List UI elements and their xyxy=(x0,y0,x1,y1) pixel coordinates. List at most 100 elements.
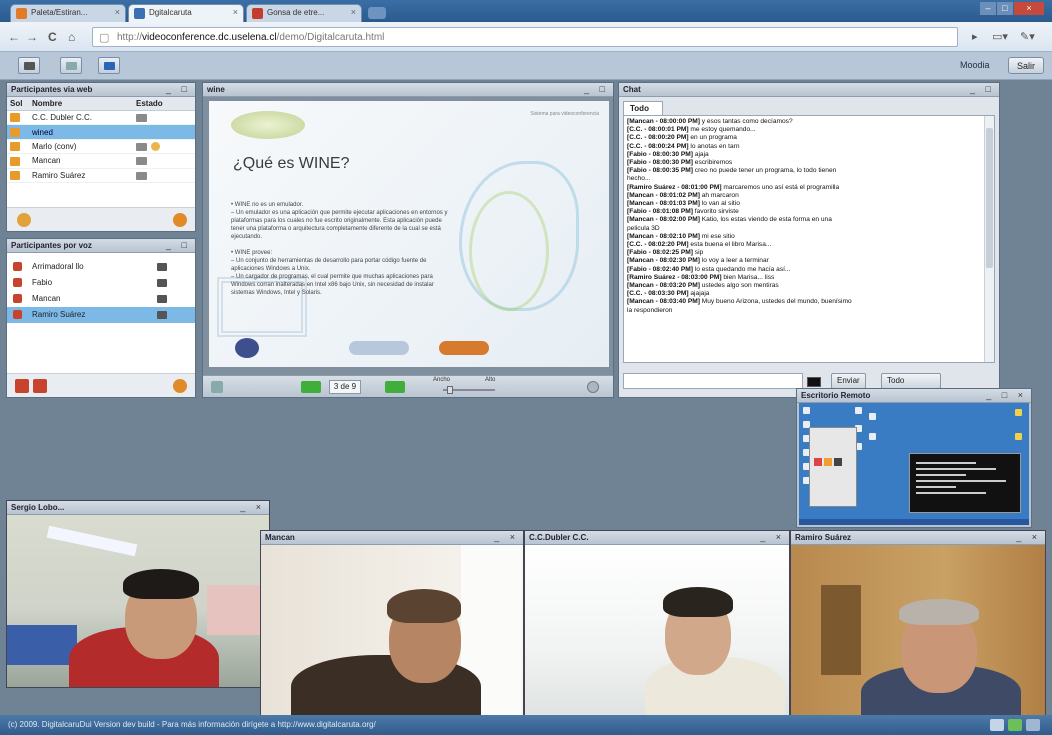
panel-controls-icon[interactable]: _ □ xyxy=(166,84,191,94)
new-tab-button[interactable] xyxy=(368,7,386,19)
scrollbar-thumb[interactable] xyxy=(986,128,993,268)
list-item[interactable]: Mancan xyxy=(7,291,195,307)
page-number-field[interactable]: 3 de 9 xyxy=(329,380,361,394)
send-button[interactable]: Enviar xyxy=(831,373,866,389)
settings-tray-icon[interactable] xyxy=(1026,719,1040,731)
browser-tab-1[interactable]: Paleta/Estiran... × xyxy=(10,4,126,22)
panel-footer xyxy=(7,373,195,397)
voice-participant-name: Arrimadoral llo xyxy=(32,262,84,271)
chat-text: lo van al sitio xyxy=(699,200,740,208)
browser-tab-2[interactable]: Dgitalcaruta × xyxy=(128,4,244,22)
table-row[interactable]: Marlo (conv) xyxy=(7,139,195,155)
phone-icon[interactable] xyxy=(173,379,187,393)
camera-button[interactable] xyxy=(18,57,40,74)
next-slide-button[interactable] xyxy=(385,381,405,393)
panel-controls-icon[interactable]: _ × xyxy=(1016,532,1041,542)
close-window-icon[interactable]: × xyxy=(1014,2,1044,15)
maximize-icon[interactable]: □ xyxy=(997,2,1013,15)
fullscreen-icon[interactable] xyxy=(211,381,223,393)
remote-desktop-view[interactable] xyxy=(799,403,1029,525)
back-icon[interactable]: ← xyxy=(8,30,20,44)
camera-icon[interactable] xyxy=(136,142,147,151)
fit-icon[interactable] xyxy=(587,381,599,393)
phone-icon xyxy=(157,311,167,319)
column-header[interactable]: Sol xyxy=(7,97,29,111)
panel-controls-icon[interactable]: _ × xyxy=(760,532,785,542)
scrollbar[interactable] xyxy=(984,116,994,362)
slide-area: Sistema para videoconferencia ¿Qué es WI… xyxy=(203,97,613,375)
url-domain: videoconference.dc.uselena.cl xyxy=(142,32,277,43)
chat-text: mi ese sitio xyxy=(699,232,735,240)
zoom-slider-handle[interactable] xyxy=(447,386,453,394)
panel-title: Participantes via web xyxy=(11,85,93,94)
play-icon[interactable]: ▸ xyxy=(972,30,978,43)
slide-bullet: – Un cargador de programas, el cual perm… xyxy=(231,274,433,280)
panel-controls-icon[interactable]: _ × xyxy=(240,502,265,512)
user-icon-cell xyxy=(7,139,29,155)
table-row[interactable]: Mancan xyxy=(7,153,195,169)
slide-bullet: – Un conjunto de herramientas de desarro… xyxy=(231,258,427,264)
user-icon-cell xyxy=(7,153,29,169)
voice-participant-name: Fabio xyxy=(32,278,53,287)
chat-message: [Mancan - 08:01:02 PM] ah marcaron xyxy=(627,192,982,200)
panel-controls-icon[interactable]: _ □ xyxy=(584,84,609,94)
slide: Sistema para videoconferencia ¿Qué es WI… xyxy=(209,101,609,367)
forward-icon[interactable]: → xyxy=(26,30,38,44)
table-row[interactable]: C.C. Dubler C.C. xyxy=(7,110,195,126)
panel-title: wine xyxy=(207,85,225,94)
microphone-icon[interactable] xyxy=(13,278,22,288)
recipient-select[interactable]: Todo xyxy=(881,373,941,389)
settings-icon[interactable] xyxy=(173,213,187,227)
camera-icon[interactable] xyxy=(136,114,147,123)
panel-controls-icon[interactable]: _ × xyxy=(494,532,519,542)
close-icon[interactable]: × xyxy=(115,7,120,17)
hand-raise-icon[interactable] xyxy=(17,213,31,227)
exit-button[interactable]: Salir xyxy=(1008,57,1045,74)
close-icon[interactable]: × xyxy=(351,7,356,17)
camera-icon[interactable] xyxy=(136,171,147,180)
network-icon[interactable] xyxy=(1008,719,1022,731)
hangup-icon[interactable] xyxy=(33,379,47,393)
address-bar[interactable]: ▢ http://videoconference.dc.uselena.cl/d… xyxy=(92,27,958,47)
zoom-max-label: Alto xyxy=(485,377,496,383)
list-item[interactable]: Arrimadoral llo xyxy=(7,259,195,275)
browser-tab-3[interactable]: Gonsa de etre... × xyxy=(246,4,362,22)
microphone-icon[interactable] xyxy=(13,294,22,304)
chat-message: pelicula 3D xyxy=(627,225,982,233)
list-item[interactable]: Ramiro Suárez xyxy=(7,307,195,323)
home-icon[interactable]: ⌂ xyxy=(68,30,75,44)
text-color-picker[interactable] xyxy=(807,377,821,387)
close-icon[interactable]: × xyxy=(233,7,238,17)
microphone-icon[interactable] xyxy=(13,310,22,320)
chat-author: [Fabio - 08:00:35 PM] xyxy=(627,167,693,175)
screen-share-button[interactable] xyxy=(98,57,120,74)
prev-slide-button[interactable] xyxy=(301,381,321,393)
wrench-icon[interactable]: ✎▾ xyxy=(1020,30,1035,43)
reload-icon[interactable]: C xyxy=(48,30,57,44)
panel-controls-icon[interactable]: _ □ xyxy=(970,84,995,94)
chat-input[interactable] xyxy=(623,373,803,389)
column-header[interactable]: Nombre xyxy=(29,97,133,111)
chat-message: [Mancan - 08:03:40 PM] Muy bueno Arizona… xyxy=(627,298,982,306)
notification-icon[interactable] xyxy=(990,719,1004,731)
mute-icon[interactable] xyxy=(15,379,29,393)
page-menu-icon[interactable]: ▭▾ xyxy=(992,30,1008,43)
minimize-icon[interactable]: – xyxy=(980,2,996,15)
microphone-icon[interactable] xyxy=(13,262,22,272)
panel-controls-icon[interactable]: _ □ × xyxy=(986,390,1027,400)
column-header[interactable]: Estado xyxy=(133,97,195,111)
participants-table: Sol Nombre Estado C.C. Dubler C.C. wined M… xyxy=(7,97,195,183)
panel-title: Escritorio Remoto xyxy=(801,391,871,400)
list-item[interactable]: Fabio xyxy=(7,275,195,291)
user-icon-cell xyxy=(7,168,29,183)
chat-tab[interactable]: Todo xyxy=(623,101,663,115)
camera-icon[interactable] xyxy=(136,157,147,166)
microphone-button[interactable] xyxy=(60,57,82,74)
desktop-icon xyxy=(869,413,876,420)
table-row[interactable]: wined xyxy=(7,124,195,140)
table-row[interactable]: Ramiro Suárez xyxy=(7,168,195,183)
panel-controls-icon[interactable]: _ □ xyxy=(166,240,191,250)
browser-tab-strip: Paleta/Estiran... × Dgitalcaruta × Gonsa… xyxy=(0,0,1052,22)
chat-message: [Mancan - 08:02:00 PM] Katio, los estas … xyxy=(627,216,982,224)
desktop-icon xyxy=(855,407,862,414)
